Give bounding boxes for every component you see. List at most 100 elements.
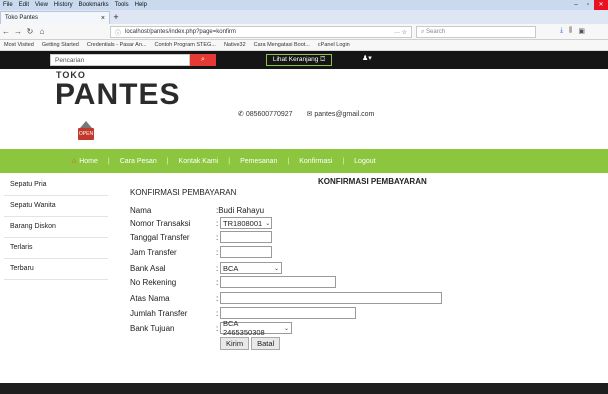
menu-history[interactable]: History [51, 2, 76, 8]
tanggal-transfer-input[interactable] [220, 231, 272, 243]
chevron-down-icon: ⌄ [283, 325, 289, 332]
new-tab-icon[interactable]: + [110, 11, 122, 24]
nav-konfirmasi[interactable]: Konfirmasi [289, 158, 342, 165]
browser-search-input[interactable]: ⌕ Search [416, 26, 536, 38]
back-icon[interactable]: ← [0, 27, 12, 36]
row-nomor-transaksi: Nomor Transaksi : TR1808001 ⌄ [130, 217, 272, 229]
label-bank-tujuan: Bank Tujuan [130, 323, 175, 333]
site-header: TOKO PANTES OPEN ✆ 085600770927 ✉ pantes… [0, 69, 608, 149]
label-jumlah-transfer: Jumlah Transfer [130, 308, 188, 318]
bookmark-star-icon[interactable]: ··· ☆ [394, 29, 407, 36]
chevron-down-icon: ⌄ [265, 220, 271, 227]
bookmark-credentials[interactable]: Credentials - Pasar An... [83, 42, 151, 48]
form-heading: KONFIRMASI PEMBAYARAN [318, 177, 427, 186]
sidebar-item-sepatu-wanita[interactable]: Sepatu Wanita [4, 196, 108, 217]
menu-help[interactable]: Help [132, 2, 150, 8]
bank-tujuan-value: BCA 2465350308 [223, 319, 265, 337]
sidebar-item-sepatu-pria[interactable]: Sepatu Pria [4, 175, 108, 196]
browser-tabbar: Toko Pantes × + [0, 10, 608, 24]
menu-edit[interactable]: Edit [16, 2, 32, 8]
bookmark-getting-started[interactable]: Getting Started [38, 42, 83, 48]
page-root: File Edit View History Bookmarks Tools H… [0, 0, 608, 394]
row-jam-transfer: Jam Transfer : [130, 246, 272, 258]
nav-kontak-kami[interactable]: Kontak Kami [169, 158, 229, 165]
contact-info: ✆ 085600770927 ✉ pantes@gmail.com [238, 110, 374, 118]
row-nama: Nama :Budi Rahayu [130, 204, 264, 216]
url-bar[interactable]: ⓘ localhost/pantes/index.php?page=konfir… [110, 26, 412, 38]
label-atas-nama: Atas Nama [130, 293, 170, 303]
bookmark-cpanel[interactable]: cPanel Login [314, 42, 354, 48]
menu-tools[interactable]: Tools [112, 2, 132, 8]
sidebar-item-terlaris[interactable]: Terlaris [4, 238, 108, 259]
sidebar-toggle-icon[interactable]: ▣ [578, 27, 585, 35]
sidebar-item-barang-diskon[interactable]: Barang Diskon [4, 217, 108, 238]
browser-toolbar-right: ⤓ ⫼ ▣ [560, 27, 585, 35]
row-atas-nama: Atas Nama : [130, 292, 442, 304]
close-window-icon[interactable]: ✕ [594, 0, 608, 10]
contact-phone: ✆ 085600770927 [238, 110, 293, 118]
bookmark-most-visited[interactable]: Most Visited [0, 42, 38, 48]
label-jam-transfer: Jam Transfer [130, 247, 177, 257]
atas-nama-input[interactable] [220, 292, 442, 304]
batal-button[interactable]: Batal [251, 337, 281, 350]
nav-home[interactable]: ⌂ Home [62, 158, 108, 165]
tab-title: Toko Pantes [5, 15, 39, 21]
browser-tab[interactable]: Toko Pantes × [0, 11, 110, 24]
nav-logout[interactable]: Logout [344, 158, 385, 165]
tab-close-icon[interactable]: × [101, 15, 105, 22]
home-page-icon[interactable]: ⌂ [36, 27, 48, 36]
bookmark-native32[interactable]: Native32 [220, 42, 250, 48]
no-rekening-input[interactable] [220, 276, 336, 288]
download-icon[interactable]: ⤓ [560, 27, 563, 35]
bookmark-contoh-program[interactable]: Contoh Program STEG... [150, 42, 219, 48]
bank-asal-select[interactable]: BCA ⌄ [220, 262, 282, 274]
bank-asal-value: BCA [223, 263, 239, 273]
email-address: pantes@gmail.com [314, 111, 375, 118]
logo-pantes-text[interactable]: PANTES [55, 78, 180, 112]
browser-search-placeholder: Search [426, 29, 446, 35]
library-icon[interactable]: ⫼ [569, 27, 572, 35]
nav-pemesanan[interactable]: Pemesanan [230, 158, 287, 165]
cart-button[interactable]: Lihat Keranjang ⛋ [266, 54, 332, 66]
row-bank-asal: Bank Asal : BCA ⌄ [130, 262, 282, 274]
forward-icon[interactable]: → [12, 27, 24, 36]
minimize-icon[interactable]: – [570, 0, 582, 10]
nomor-transaksi-select[interactable]: TR1808001 ⌄ [220, 217, 272, 229]
phone-icon: ✆ [238, 111, 246, 118]
home-icon: ⌂ [72, 157, 77, 165]
open-sign-hanger-icon [80, 121, 92, 128]
kirim-button[interactable]: Kirim [220, 337, 250, 350]
site-search-button[interactable]: ⌕ [190, 54, 216, 66]
site-topbar: Pencarian ⌕ Lihat Keranjang ⛋ ♟▾ [0, 51, 608, 69]
browser-navbar: ← → ↻ ⌂ ⓘ localhost/pantes/index.php?pag… [0, 24, 608, 40]
open-sign-badge: OPEN [78, 128, 94, 140]
label-nomor-transaksi: Nomor Transaksi [130, 218, 191, 228]
contact-email: ✉ pantes@gmail.com [307, 110, 375, 118]
nav-cara-pesan[interactable]: Cara Pesan [110, 158, 167, 165]
reload-icon[interactable]: ↻ [24, 27, 36, 36]
menu-view[interactable]: View [32, 2, 51, 8]
restore-icon[interactable]: ▫ [582, 0, 594, 10]
phone-number: 085600770927 [245, 111, 293, 118]
form-buttons: Kirim Batal [220, 337, 281, 350]
row-tanggal-transfer: Tanggal Transfer : [130, 231, 272, 243]
chevron-down-icon: ⌄ [273, 265, 279, 272]
cart-icon: ⛋ [320, 56, 326, 63]
nav-home-label: Home [79, 157, 98, 165]
nomor-transaksi-value: TR1808001 [223, 218, 263, 228]
jumlah-transfer-input[interactable] [220, 307, 356, 319]
user-icon[interactable]: ♟▾ [362, 54, 372, 62]
label-tanggal-transfer: Tanggal Transfer [130, 232, 190, 242]
form-title: KONFIRMASI PEMBAYARAN [130, 188, 237, 197]
main-nav: ⌂ Home | Cara Pesan | Kontak Kami | Pemes… [0, 149, 608, 173]
site-search-input[interactable]: Pencarian [50, 54, 190, 66]
bookmark-cara-mengatasi[interactable]: Cara Mengatasi Boot... [250, 42, 314, 48]
row-bank-tujuan: Bank Tujuan : BCA 2465350308 ⌄ [130, 319, 292, 337]
bank-tujuan-select[interactable]: BCA 2465350308 ⌄ [220, 319, 292, 337]
jam-transfer-input[interactable] [220, 246, 272, 258]
menu-bookmarks[interactable]: Bookmarks [76, 2, 112, 8]
label-no-rekening: No Rekening [130, 277, 177, 287]
sidebar-item-terbaru[interactable]: Terbaru [4, 259, 108, 280]
menu-file[interactable]: File [0, 2, 16, 8]
page-info-icon[interactable]: ⓘ [115, 28, 121, 37]
